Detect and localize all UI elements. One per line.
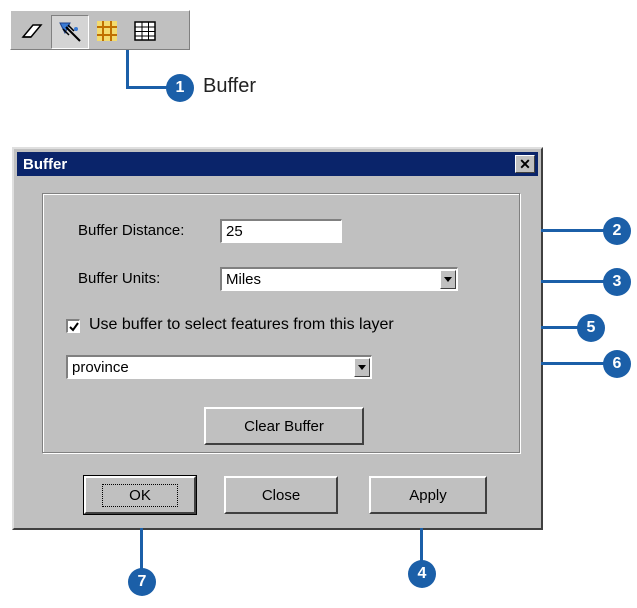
callout-1-leader-h bbox=[126, 86, 170, 89]
callout-1-label: Buffer bbox=[203, 75, 256, 97]
use-buffer-label[interactable]: Use buffer to select features from this … bbox=[89, 316, 394, 334]
chevron-down-icon[interactable] bbox=[354, 358, 370, 377]
layer-value: province bbox=[72, 359, 129, 376]
callout-5-badge: 5 bbox=[577, 314, 605, 342]
use-buffer-checkbox[interactable] bbox=[66, 319, 80, 333]
buffer-units-value: Miles bbox=[226, 271, 262, 288]
callout-1-badge: 1 bbox=[166, 74, 194, 102]
callout-4-leader bbox=[420, 528, 423, 564]
callout-5-leader bbox=[541, 326, 581, 329]
callout-2-badge: 2 bbox=[603, 217, 631, 245]
dialog-title: Buffer bbox=[23, 155, 68, 173]
layer-select[interactable]: province bbox=[66, 355, 372, 379]
ok-button[interactable]: OK bbox=[83, 475, 197, 515]
eraser-icon[interactable] bbox=[14, 15, 50, 47]
buffer-icon[interactable] bbox=[89, 15, 125, 47]
callout-1-leader bbox=[126, 50, 129, 88]
chevron-down-icon[interactable] bbox=[440, 270, 456, 289]
buffer-distance-input[interactable]: 25 bbox=[220, 219, 342, 243]
clear-buffer-button[interactable]: Clear Buffer bbox=[204, 407, 364, 445]
callout-7-leader bbox=[140, 528, 143, 572]
close-icon[interactable]: ✕ bbox=[515, 155, 535, 173]
callout-4-badge: 4 bbox=[408, 560, 436, 588]
close-button[interactable]: Close bbox=[224, 476, 338, 514]
apply-button[interactable]: Apply bbox=[369, 476, 487, 514]
buffer-dialog: Buffer ✕ Buffer Distance: 25 Buffer Unit… bbox=[12, 147, 543, 530]
callout-3-badge: 3 bbox=[603, 268, 631, 296]
buffer-units-label: Buffer Units: bbox=[78, 270, 161, 287]
dialog-titlebar: Buffer ✕ bbox=[17, 152, 538, 176]
callout-6-leader bbox=[541, 362, 607, 365]
callout-7-badge: 7 bbox=[128, 568, 156, 596]
callout-2-leader bbox=[541, 229, 607, 232]
callout-6-badge: 6 bbox=[603, 350, 631, 378]
buffer-units-select[interactable]: Miles bbox=[220, 267, 458, 291]
buffer-distance-label: Buffer Distance: bbox=[78, 222, 185, 239]
ok-label: OK bbox=[102, 483, 178, 507]
table-icon[interactable] bbox=[127, 15, 163, 47]
callout-3-leader bbox=[541, 280, 607, 283]
toolbar bbox=[10, 10, 190, 50]
select-features-icon[interactable] bbox=[51, 15, 89, 49]
